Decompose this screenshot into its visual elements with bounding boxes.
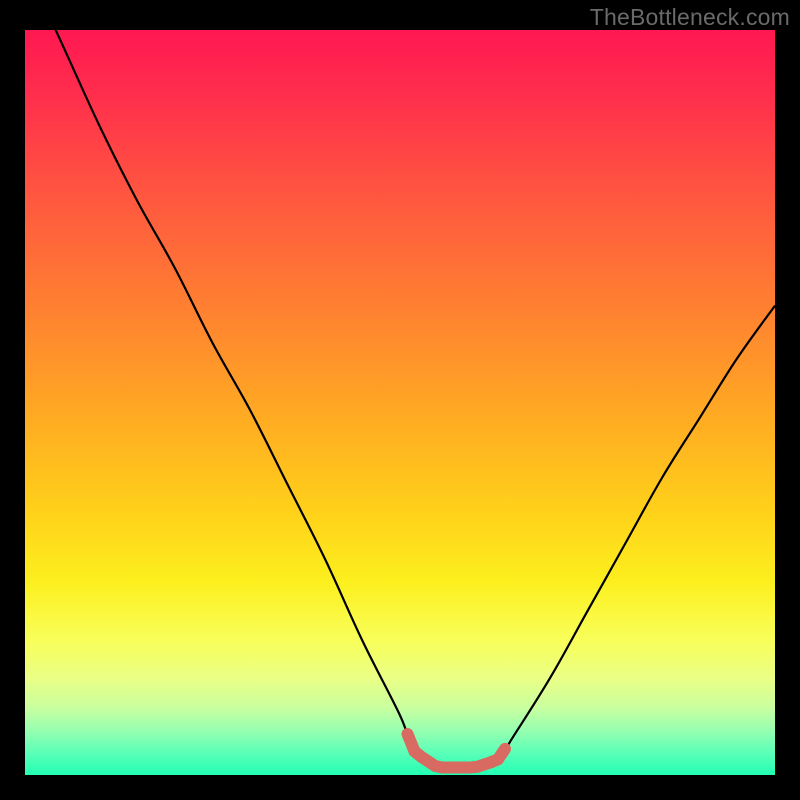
plot-area <box>25 30 775 775</box>
watermark-text: TheBottleneck.com <box>590 4 790 31</box>
optimal-range-highlight <box>408 734 506 767</box>
bottleneck-curve <box>25 0 775 769</box>
chart-frame: TheBottleneck.com <box>0 0 800 800</box>
curve-svg <box>25 30 775 775</box>
